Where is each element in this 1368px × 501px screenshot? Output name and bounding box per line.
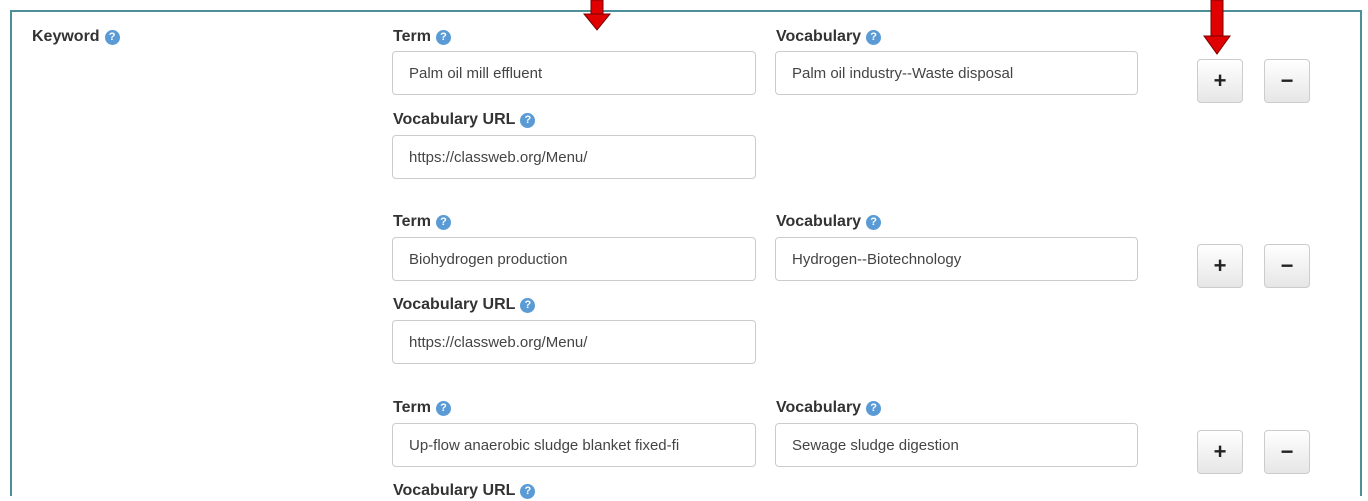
vocabulary-label-text: Vocabulary <box>776 213 862 230</box>
vocabulary-url-label: Vocabulary URL ? <box>393 482 536 500</box>
annotation-arrow-add <box>1203 0 1231 55</box>
question-circle-icon[interactable]: ? <box>520 297 536 313</box>
question-circle-icon[interactable]: ? <box>435 29 451 45</box>
vocabulary-label-text: Vocabulary <box>776 28 862 45</box>
vocabulary-url-label-text: Vocabulary URL <box>393 111 516 128</box>
vocabulary-url-label: Vocabulary URL ? <box>393 111 536 129</box>
question-circle-icon[interactable]: ? <box>866 29 882 45</box>
remove-button[interactable]: − <box>1264 244 1310 288</box>
remove-button[interactable]: − <box>1264 430 1310 474</box>
question-circle-icon[interactable]: ? <box>435 400 451 416</box>
term-label: Term ? <box>393 28 451 46</box>
term-label-text: Term <box>393 28 431 45</box>
add-button[interactable]: + <box>1197 244 1243 288</box>
term-label-text: Term <box>393 399 431 416</box>
keyword-label: Keyword ? <box>32 28 120 46</box>
vocabulary-input[interactable]: Palm oil industry--Waste disposal <box>775 51 1138 95</box>
vocabulary-label-text: Vocabulary <box>776 399 862 416</box>
remove-button[interactable]: − <box>1264 59 1310 103</box>
question-circle-icon[interactable]: ? <box>104 29 120 45</box>
vocabulary-url-label: Vocabulary URL ? <box>393 296 536 314</box>
vocabulary-input[interactable]: Hydrogen--Biotechnology <box>775 237 1138 281</box>
term-label-text: Term <box>393 213 431 230</box>
vocabulary-label: Vocabulary ? <box>776 28 882 46</box>
add-button[interactable]: + <box>1197 59 1243 103</box>
question-circle-icon[interactable]: ? <box>435 214 451 230</box>
term-input[interactable]: Biohydrogen production <box>392 237 756 281</box>
question-circle-icon[interactable]: ? <box>866 400 882 416</box>
add-button[interactable]: + <box>1197 430 1243 474</box>
question-circle-icon[interactable]: ? <box>520 112 536 128</box>
annotation-arrow-term <box>582 0 612 31</box>
term-label: Term ? <box>393 399 451 417</box>
term-input[interactable]: Palm oil mill effluent <box>392 51 756 95</box>
vocabulary-url-input[interactable]: https://classweb.org/Menu/ <box>392 135 756 179</box>
vocabulary-label: Vocabulary ? <box>776 399 882 417</box>
keyword-label-text: Keyword <box>32 28 100 45</box>
vocabulary-url-label-text: Vocabulary URL <box>393 296 516 313</box>
term-input[interactable]: Up-flow anaerobic sludge blanket fixed-f… <box>392 423 756 467</box>
vocabulary-url-label-text: Vocabulary URL <box>393 482 516 499</box>
question-circle-icon[interactable]: ? <box>520 483 536 499</box>
term-label: Term ? <box>393 213 451 231</box>
vocabulary-url-input[interactable]: https://classweb.org/Menu/ <box>392 320 756 364</box>
vocabulary-label: Vocabulary ? <box>776 213 882 231</box>
question-circle-icon[interactable]: ? <box>866 214 882 230</box>
vocabulary-input[interactable]: Sewage sludge digestion <box>775 423 1138 467</box>
